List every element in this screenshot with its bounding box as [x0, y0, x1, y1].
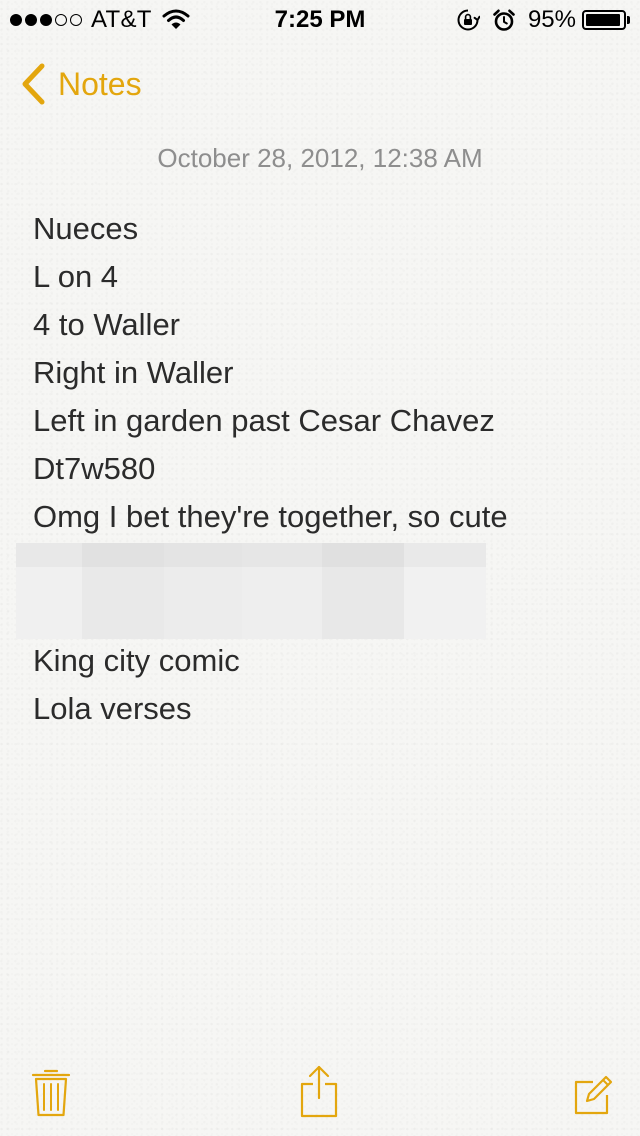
redacted-region	[16, 543, 486, 639]
redaction-block	[404, 543, 486, 639]
note-line: Left in garden past Cesar Chavez	[33, 403, 495, 438]
note-line: King city comic	[33, 643, 240, 678]
note-line: Nueces	[33, 211, 139, 246]
compose-button[interactable]	[568, 1064, 614, 1120]
delete-button[interactable]	[28, 1064, 74, 1120]
redaction-block	[242, 543, 322, 639]
trash-icon	[31, 1069, 71, 1117]
status-right: 95%	[456, 6, 630, 34]
note-date: October 28, 2012, 12:38 AM	[157, 143, 483, 173]
alarm-icon	[493, 9, 515, 31]
redaction-block	[322, 543, 404, 639]
back-button[interactable]: Notes	[20, 60, 142, 108]
battery-percent: 95%	[527, 6, 576, 33]
share-button[interactable]	[296, 1064, 342, 1120]
redaction-block	[164, 543, 242, 639]
chevron-left-icon	[22, 63, 45, 105]
orientation-lock-icon	[457, 9, 480, 31]
note-body[interactable]: Nueces L on 4 4 to Waller Right in Waller Le…	[33, 205, 623, 541]
status-bar: AT&T 7:25 PM 95%	[0, 0, 640, 40]
note-line: Right in Waller	[33, 355, 234, 390]
redaction-block	[16, 543, 82, 639]
note-line: L on 4	[33, 259, 119, 294]
back-button-label: Notes	[58, 65, 142, 102]
compose-icon	[574, 1075, 613, 1115]
share-icon	[300, 1065, 338, 1118]
note-line: Omg I bet they're together, so cute	[33, 499, 508, 534]
battery-icon	[582, 10, 630, 30]
note-line: Lola verses	[33, 691, 192, 726]
redaction-block	[82, 543, 164, 639]
note-line: Dt7w580	[33, 451, 156, 486]
battery-level	[586, 14, 621, 26]
note-body-continued[interactable]: King city comic Lola verses	[33, 637, 623, 733]
note-line: 4 to Waller	[33, 307, 181, 342]
